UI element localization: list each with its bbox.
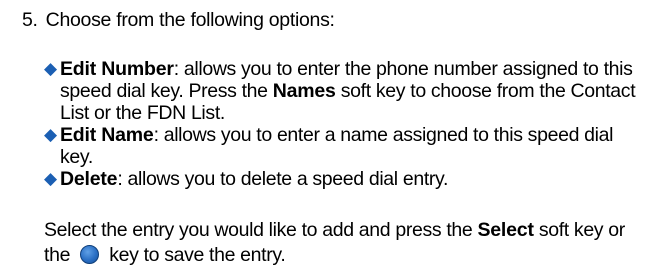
option-term: Edit Name bbox=[60, 124, 154, 146]
select-softkey-label: Select bbox=[477, 219, 534, 241]
step-number: 5. bbox=[22, 9, 38, 31]
manual-page: 5. Choose from the following options: ◆ E… bbox=[0, 0, 653, 276]
option-term: Delete bbox=[60, 168, 118, 190]
option-edit-number: ◆ Edit Number: allows you to enter the p… bbox=[44, 58, 644, 124]
diamond-bullet-icon: ◆ bbox=[44, 125, 57, 144]
closing-instruction: Select the entry you would like to add a… bbox=[44, 218, 644, 268]
diamond-bullet-icon: ◆ bbox=[44, 59, 57, 78]
options-list: ◆ Edit Number: allows you to enter the p… bbox=[44, 58, 644, 190]
option-edit-name: ◆ Edit Name: allows you to enter a name … bbox=[44, 124, 644, 168]
option-delete: ◆ Delete: allows you to delete a speed d… bbox=[44, 168, 644, 190]
step-5: 5. Choose from the following options: bbox=[22, 8, 335, 32]
option-term: Edit Number bbox=[60, 58, 174, 80]
closing-text-3: key to save the entry. bbox=[104, 244, 286, 266]
names-softkey-label: Names bbox=[272, 80, 336, 102]
diamond-bullet-icon: ◆ bbox=[44, 169, 57, 188]
closing-text-1: Select the entry you would like to add a… bbox=[44, 219, 478, 241]
step-text: Choose from the following options: bbox=[45, 9, 335, 31]
ok-key-icon bbox=[80, 245, 100, 264]
option-description: : allows you to delete a speed dial entr… bbox=[117, 168, 449, 190]
